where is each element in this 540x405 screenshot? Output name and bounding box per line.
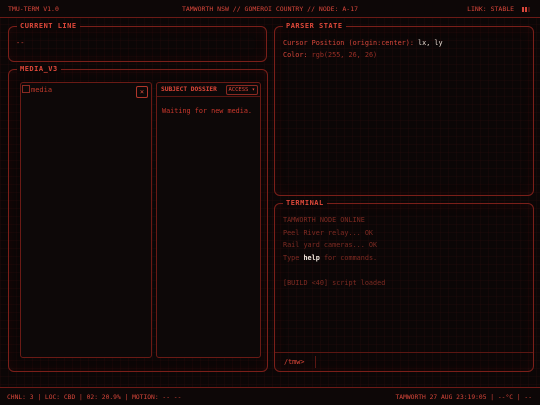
link-status-label: LINK: STABLE: [467, 5, 515, 13]
parser-lines: Cursor Position (origin:center): lx, ly …: [283, 37, 443, 61]
cursor-x: lx: [418, 39, 427, 47]
terminal-output: TAMWORTH NODE ONLINE Peel River relay...…: [283, 214, 385, 290]
cursor-sep: ,: [426, 39, 431, 47]
chevron-down-icon: ▾: [251, 87, 255, 93]
current-line-panel: CURRENT LINE --: [8, 22, 267, 62]
terminal-help-pre: Type: [283, 253, 300, 262]
dossier-title: SUBJECT DOSSIER: [161, 86, 217, 93]
color-row: Color: rgb(255, 26, 26): [283, 49, 443, 61]
terminal-help-command: help: [303, 253, 320, 262]
subject-dossier: SUBJECT DOSSIER ACCESS ▾ Waiting for new…: [156, 82, 261, 358]
terminal-line: TAMWORTH NODE ONLINE: [283, 216, 365, 224]
access-select[interactable]: ACCESS ▾: [225, 85, 258, 95]
media-image-alt: media: [31, 86, 53, 94]
terminal-line: Rail yard cameras... OK: [283, 241, 378, 250]
top-bar: TMU-TERM V1.0 TAMWORTH NSW // GOMEROI CO…: [0, 0, 540, 18]
broken-image-icon: [22, 85, 30, 93]
status-right: TAMWORTH 27 AUG 23:19:05 | --°C | --: [395, 394, 532, 401]
status-left: CHNL: 3 | LOC: CBD | 02: 20.9% | MOTION:…: [7, 394, 182, 401]
media-close-button[interactable]: ×: [136, 86, 148, 98]
access-select-value: ACCESS: [228, 87, 249, 93]
color-value: rgb(255, 26, 26): [311, 51, 378, 59]
terminal-line: Type help for commands.: [283, 252, 385, 265]
parser-title: PARSER STATE: [283, 22, 352, 30]
status-bar: CHNL: 3 | LOC: CBD | 02: 20.9% | MOTION:…: [0, 387, 540, 405]
current-line-value: --: [16, 39, 25, 47]
cursor-position-label: Cursor Position (origin:center):: [283, 39, 414, 47]
media-title: MEDIA_V3: [17, 65, 67, 73]
terminal-line: [BUILD <40] script loaded: [283, 278, 386, 287]
dossier-status: Waiting for new media.: [162, 107, 253, 115]
signal-meter-icon: [521, 5, 530, 13]
terminal-input-row[interactable]: /tmw>: [275, 352, 533, 371]
current-line-title: CURRENT LINE: [17, 22, 86, 30]
terminal-help-post: for commands.: [323, 253, 378, 262]
media-image: media: [22, 85, 52, 94]
terminal-line: Peel River relay... OK: [283, 228, 374, 237]
color-label: Color:: [283, 51, 308, 59]
cursor-position-row: Cursor Position (origin:center): lx, ly: [283, 37, 443, 49]
node-location: TAMWORTH NSW // GOMEROI COUNTRY // NODE:…: [181, 5, 359, 13]
cursor-y: ly: [434, 39, 443, 47]
terminal-prompt: /tmw>: [284, 358, 305, 366]
media-panel: MEDIA_V3 media × SUBJECT DOSSIER ACCESS …: [8, 65, 268, 372]
dossier-header: SUBJECT DOSSIER ACCESS ▾: [157, 83, 260, 97]
terminal-title: TERMINAL: [283, 199, 333, 207]
terminal-panel: TERMINAL TAMWORTH NODE ONLINE Peel River…: [274, 199, 534, 372]
link-status: LINK: STABLE: [467, 5, 530, 13]
terminal-divider: [315, 356, 316, 368]
media-viewer[interactable]: media ×: [20, 82, 152, 358]
parser-state-panel: PARSER STATE Cursor Position (origin:cen…: [274, 22, 534, 196]
